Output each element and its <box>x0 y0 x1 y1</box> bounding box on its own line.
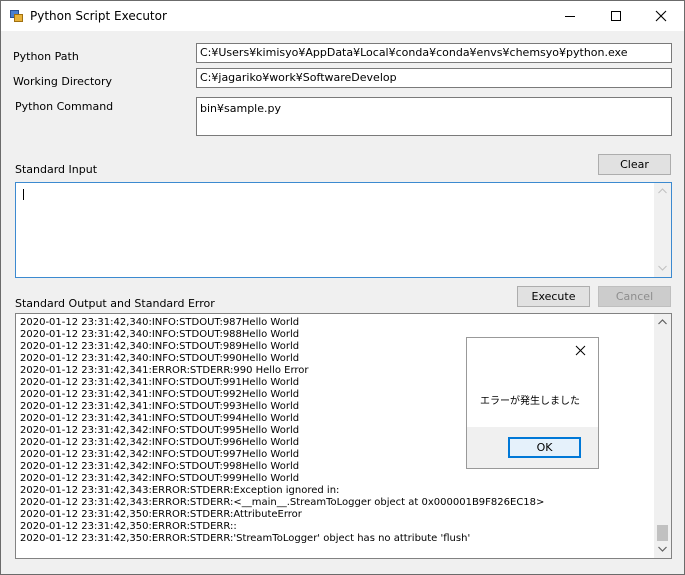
log-line: 2020-01-12 23:31:42,342:INFO:STDOUT:999H… <box>20 473 300 484</box>
log-line: 2020-01-12 23:31:42,343:ERROR:STDERR:Exc… <box>20 485 340 496</box>
log-line: 2020-01-12 23:31:42,340:INFO:STDOUT:987H… <box>20 317 300 328</box>
error-dialog: エラーが発生しました OK <box>466 337 599 469</box>
standard-input-label: Standard Input <box>15 163 98 176</box>
dialog-close-icon[interactable] <box>575 345 586 356</box>
python-path-input[interactable]: C:¥Users¥kimisyo¥AppData¥Local¥conda¥con… <box>196 43 672 63</box>
window-bottom-edge <box>1 567 684 574</box>
log-line: 2020-01-12 23:31:42,350:ERROR:STDERR:: <box>20 521 237 532</box>
title-bar[interactable]: Python Script Executor <box>1 1 684 31</box>
working-directory-input[interactable]: C:¥jagariko¥work¥SoftwareDevelop <box>196 68 672 88</box>
close-icon <box>655 10 667 22</box>
ok-button[interactable]: OK <box>508 437 581 458</box>
working-directory-label: Working Directory <box>13 75 113 88</box>
scroll-up-button[interactable] <box>654 183 671 200</box>
scroll-thumb[interactable] <box>657 525 668 541</box>
maximize-button[interactable] <box>593 1 639 31</box>
chevron-up-icon <box>658 188 667 194</box>
python-command-label: Python Command <box>15 100 114 113</box>
log-line: 2020-01-12 23:31:42,350:ERROR:STDERR:'St… <box>20 533 471 544</box>
execute-button[interactable]: Execute <box>517 286 590 307</box>
window-title: Python Script Executor <box>30 9 167 23</box>
chevron-down-icon <box>658 546 667 552</box>
minimize-icon <box>565 16 575 17</box>
output-label: Standard Output and Standard Error <box>15 297 215 310</box>
text-caret <box>23 189 24 200</box>
log-line: 2020-01-12 23:31:42,343:ERROR:STDERR:<__… <box>20 497 545 508</box>
standard-input-textarea[interactable] <box>15 182 672 278</box>
scroll-down-button[interactable] <box>654 541 671 558</box>
chevron-down-icon <box>658 265 667 271</box>
output-scrollbar[interactable] <box>654 314 671 558</box>
scroll-down-button[interactable] <box>654 260 671 277</box>
chevron-up-icon <box>658 319 667 325</box>
app-icon <box>10 10 23 22</box>
scroll-up-button[interactable] <box>654 314 671 331</box>
python-path-label: Python Path <box>13 50 79 63</box>
maximize-icon <box>611 11 621 21</box>
log-line: 2020-01-12 23:31:42,350:ERROR:STDERR:Att… <box>20 509 302 520</box>
close-button[interactable] <box>638 1 684 31</box>
main-window: Python Script Executor Python Path C:¥Us… <box>0 0 685 575</box>
dialog-footer: OK <box>467 427 598 468</box>
python-command-input[interactable]: bin¥sample.py <box>196 97 672 136</box>
cancel-button[interactable]: Cancel <box>598 286 671 307</box>
stdin-scrollbar[interactable] <box>654 183 671 277</box>
dialog-message: エラーが発生しました <box>480 396 580 407</box>
clear-button[interactable]: Clear <box>598 154 671 175</box>
minimize-button[interactable] <box>547 1 593 31</box>
